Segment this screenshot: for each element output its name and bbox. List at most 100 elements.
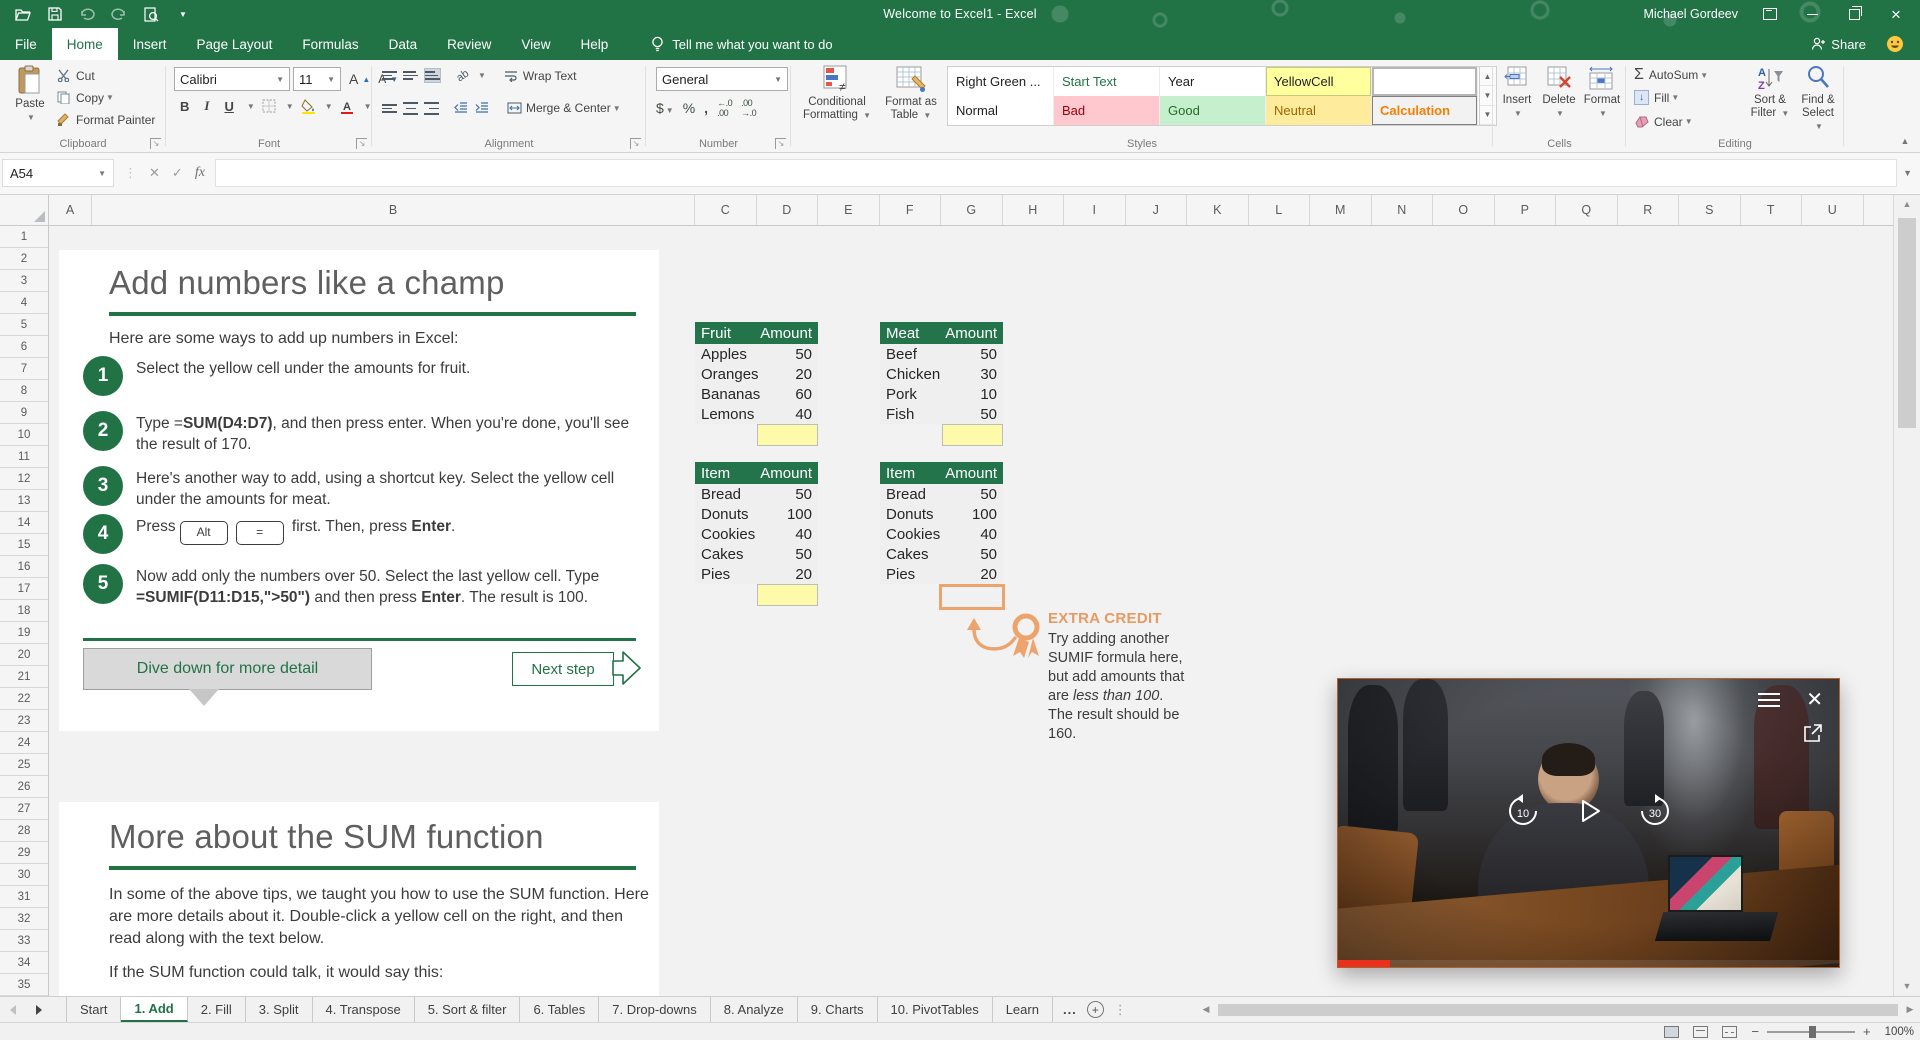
row-header-35[interactable]: 35 [0,974,48,996]
table-row[interactable]: Cakes 50 [880,544,1003,564]
table-row[interactable]: Beef 50 [880,344,1003,364]
row-header-13[interactable]: 13 [0,490,48,512]
row-header-30[interactable]: 30 [0,864,48,886]
font-color-icon[interactable]: A [340,99,355,114]
cell-style-good[interactable]: Good [1160,96,1266,125]
expand-formula-bar-icon[interactable]: ▼ [1903,168,1920,178]
ribbon-tab-insert[interactable]: Insert [118,28,182,60]
select-all-corner[interactable] [0,194,49,226]
sheet-tab-3-split[interactable]: 3. Split [245,997,313,1022]
row-header-24[interactable]: 24 [0,732,48,754]
sheet-nav-left-icon[interactable] [0,997,26,1022]
save-icon[interactable] [46,5,64,23]
add-sheet-icon[interactable]: + [1086,1001,1104,1018]
clear-button[interactable]: Clear ▼ [1634,114,1693,129]
print-preview-icon[interactable] [142,5,160,23]
cell-style-normal[interactable]: Normal [948,96,1054,125]
ribbon-tab-home[interactable]: Home [51,28,118,60]
horizontal-scrollbar[interactable]: ◀ ▶ [1196,997,1920,1022]
bold-button[interactable]: B [176,99,193,114]
formula-input[interactable] [214,159,1898,187]
orientation-icon[interactable]: ab [452,65,473,86]
zoom-out-icon[interactable]: − [1751,1024,1759,1039]
cell-style-yellowcell[interactable]: YellowCell [1266,67,1372,96]
cell-style-calculation[interactable]: Calculation [1372,96,1478,125]
sheet-tab-5-sort-filter[interactable]: 5. Sort & filter [414,997,521,1022]
video-progress-track[interactable] [1338,960,1839,967]
table-row[interactable]: Cookies 40 [695,524,818,544]
cell-style-bad[interactable]: Bad [1054,96,1160,125]
scroll-left-icon[interactable]: ◀ [1196,1004,1216,1015]
row-header-25[interactable]: 25 [0,754,48,776]
table-row[interactable]: Pork 10 [880,384,1003,404]
vertical-scrollbar[interactable]: ▲ ▼ [1893,194,1920,996]
row-header-6[interactable]: 6 [0,336,48,358]
number-dialog-launcher[interactable]: ↘ [775,138,786,149]
row-header-9[interactable]: 9 [0,402,48,424]
comma-style-icon[interactable]: , [704,100,708,116]
row-header-26[interactable]: 26 [0,776,48,798]
cell-style-start-text[interactable]: Start Text [1054,67,1160,96]
middle-align-icon[interactable] [403,69,418,82]
row-header-5[interactable]: 5 [0,314,48,336]
video-player[interactable]: ✕ 10 30 [1337,678,1840,968]
align-left-icon[interactable] [382,102,397,115]
table-row[interactable]: Apples 50 [695,344,818,364]
zoom-in-icon[interactable]: + [1863,1024,1871,1039]
table-row[interactable]: Cookies 40 [880,524,1003,544]
underline-button[interactable]: U [220,99,237,114]
row-header-20[interactable]: 20 [0,644,48,666]
dive-down-button[interactable]: Dive down for more detail [83,648,372,690]
row-header-15[interactable]: 15 [0,534,48,556]
answer-cell-yellow[interactable] [757,424,818,446]
row-header-10[interactable]: 10 [0,424,48,446]
borders-icon[interactable] [262,99,277,114]
table-row[interactable]: Bananas 60 [695,384,818,404]
row-header-31[interactable]: 31 [0,886,48,908]
row-header-33[interactable]: 33 [0,930,48,952]
row-header-3[interactable]: 3 [0,270,48,292]
row-header-29[interactable]: 29 [0,842,48,864]
column-header-P[interactable]: P [1495,194,1556,225]
table-row[interactable]: Pies 20 [695,564,818,584]
row-header-19[interactable]: 19 [0,622,48,644]
sheet-tab-start[interactable]: Start [66,997,122,1022]
video-skip-forward-icon[interactable]: 30 [1638,794,1672,828]
align-right-icon[interactable] [424,100,439,117]
bottom-align-icon[interactable] [424,68,441,83]
page-break-view-icon[interactable] [1722,1025,1738,1038]
insert-cells-button[interactable]: Insert ▼ [1497,65,1537,120]
row-header-7[interactable]: 7 [0,358,48,380]
column-header-R[interactable]: R [1618,194,1679,225]
scroll-right-icon[interactable]: ▶ [1900,1004,1920,1015]
copy-button[interactable]: Copy ▼ [56,90,114,105]
sheet-tab-4-transpose[interactable]: 4. Transpose [312,997,415,1022]
italic-button[interactable]: I [200,98,213,114]
sort-filter-button[interactable]: AZ Sort & Filter ▼ [1748,65,1792,120]
column-header-D[interactable]: D [757,194,818,225]
confirm-entry-icon[interactable]: ✓ [172,165,183,181]
sheet-tab-10-pivottables[interactable]: 10. PivotTables [877,997,993,1022]
column-header-T[interactable]: T [1741,194,1802,225]
increase-indent-icon[interactable] [474,101,489,116]
qat-customize-icon[interactable]: ▼ [174,5,192,23]
font-family-select[interactable]: Calibri ▼ [174,67,290,91]
scroll-up-icon[interactable]: ▲ [1894,194,1920,214]
video-play-icon[interactable] [1574,796,1604,826]
sheet-tab-1-add[interactable]: 1. Add [121,997,188,1022]
row-header-28[interactable]: 28 [0,820,48,842]
row-header-21[interactable]: 21 [0,666,48,688]
column-header-U[interactable]: U [1802,194,1864,225]
cell-style-blank[interactable] [1372,67,1478,96]
feedback-smiley-icon[interactable] [1886,35,1904,53]
format-as-table-button[interactable]: Format as Table ▼ [879,65,943,122]
zoom-slider[interactable]: − + [1751,1024,1870,1039]
horizontal-scroll-thumb[interactable] [1218,1003,1898,1016]
collapse-ribbon-icon[interactable]: ▲ [1898,136,1912,148]
column-header-Q[interactable]: Q [1556,194,1618,225]
open-icon[interactable] [14,5,32,23]
table-row[interactable]: Oranges 20 [695,364,818,384]
font-dialog-launcher[interactable]: ↘ [356,138,367,149]
find-select-button[interactable]: Find & Select ▼ [1796,65,1840,133]
fill-button[interactable]: ↓ Fill ▼ [1634,90,1679,105]
